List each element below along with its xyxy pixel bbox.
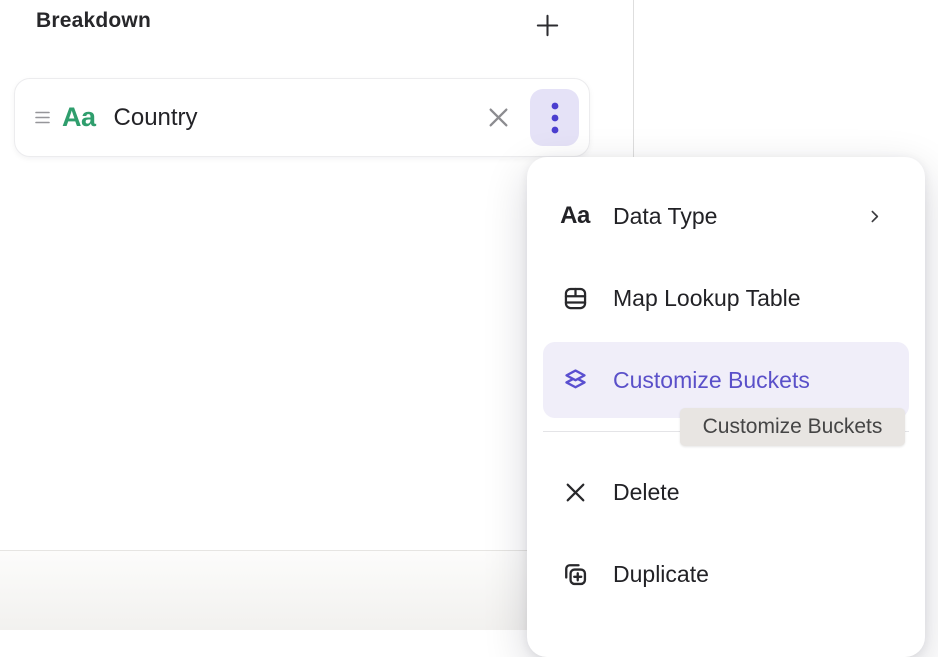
menu-item-delete[interactable]: Delete [527,451,925,533]
kebab-icon [550,101,560,135]
page-title: Breakdown [36,9,151,33]
copy-plus-icon [560,560,590,588]
chevron-right-icon [866,208,883,225]
drag-handle-icon[interactable] [35,111,50,124]
field-context-menu: Aa Data Type Map Lookup Table Customize … [527,157,925,657]
menu-item-label: Duplicate [613,561,709,588]
menu-item-map-lookup-table[interactable]: Map Lookup Table [527,257,925,339]
layers-icon [560,367,590,394]
page-root: { "header": { "title": "Breakdown" }, "f… [0,0,938,630]
menu-divider [543,431,909,432]
menu-item-label: Map Lookup Table [613,285,801,312]
text-type-icon: Aa [560,202,590,230]
x-icon [560,480,590,505]
add-breakdown-button[interactable] [530,8,564,42]
field-name: Country [114,104,198,132]
breakdown-field-card[interactable]: Aa Country [14,78,590,157]
field-menu-button[interactable] [530,89,579,146]
remove-field-button[interactable] [483,103,513,133]
close-icon [484,103,513,132]
plus-icon [533,11,562,40]
menu-item-data-type[interactable]: Aa Data Type [527,175,925,257]
menu-item-duplicate[interactable]: Duplicate [527,533,925,615]
table-icon [560,285,590,312]
menu-item-label: Data Type [613,203,717,230]
menu-item-customize-buckets[interactable]: Customize Buckets [543,342,909,418]
menu-item-label: Delete [613,479,679,506]
menu-item-label: Customize Buckets [613,367,810,394]
text-type-icon: Aa [62,102,96,133]
